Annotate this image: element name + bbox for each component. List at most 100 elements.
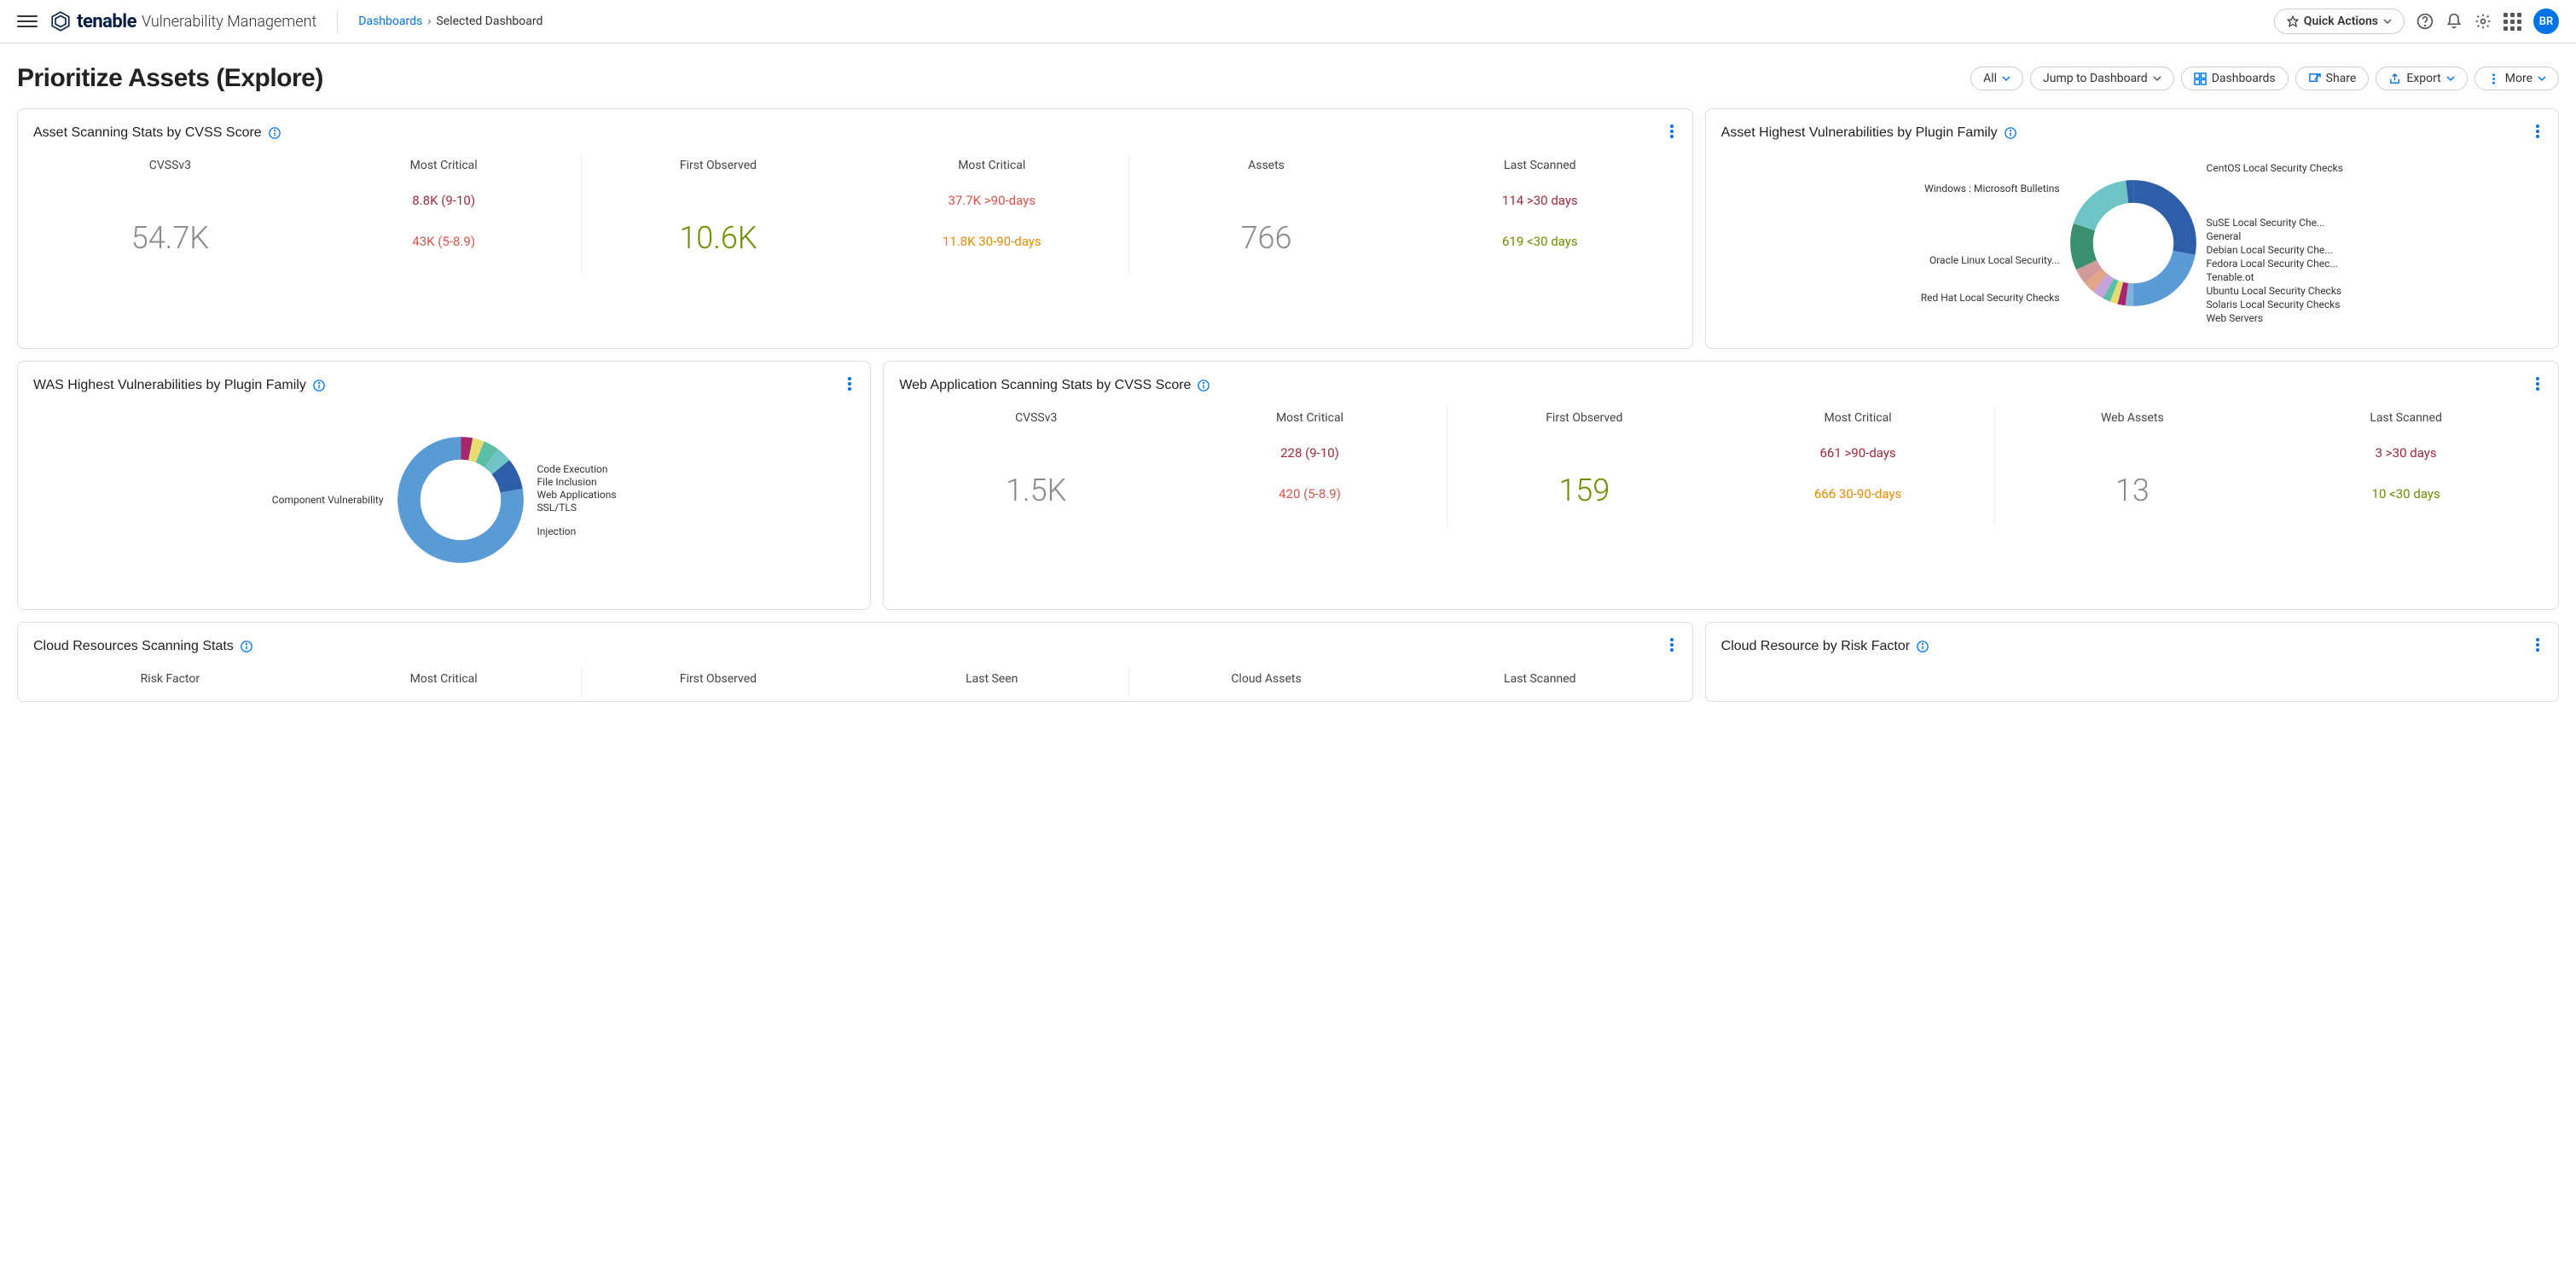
ls-over-30: 114 >30 days [1403, 193, 1677, 208]
card-menu-button[interactable] [844, 374, 855, 397]
menu-toggle[interactable] [17, 11, 38, 32]
cvss-med: 43K (5-8.9) [307, 234, 581, 249]
col-head-web-assets: Web Assets [1995, 406, 2269, 438]
col-head-first-observed: First Observed [582, 154, 856, 186]
export-button[interactable]: Export [2376, 67, 2467, 90]
col-head-most-critical: Most Critical [307, 667, 581, 699]
kebab-icon [2487, 73, 2500, 85]
product-name: Vulnerability Management [142, 13, 316, 31]
bell-icon[interactable] [2445, 13, 2463, 30]
card-was-highest-vuln: WAS Highest Vulnerabilities by Plugin Fa… [17, 361, 871, 610]
card-menu-button[interactable] [2532, 121, 2543, 145]
help-icon[interactable] [2416, 13, 2434, 30]
web-fo-over-90: 661 >90-days [1721, 445, 1995, 461]
export-icon [2388, 73, 2401, 85]
card-title: WAS Highest Vulnerabilities by Plugin Fa… [33, 378, 306, 393]
web-cvss-high: 228 (9-10) [1173, 445, 1447, 461]
breadcrumb-root[interactable]: Dashboards [358, 15, 422, 28]
share-icon [2308, 73, 2321, 85]
card-menu-button[interactable] [2532, 374, 2543, 397]
brand-name: tenable [77, 11, 136, 32]
col-head-last-scanned: Last Scanned [1403, 667, 1677, 699]
grid-icon [2194, 73, 2207, 85]
col-head-first-observed: First Observed [1448, 406, 1721, 438]
cvss-total: 54.7K [33, 220, 307, 256]
web-assets-total: 13 [1995, 473, 2269, 508]
share-button[interactable]: Share [2295, 67, 2370, 90]
chevron-down-icon [2446, 74, 2455, 83]
web-fo-30-90: 666 30-90-days [1721, 486, 1995, 502]
chevron-down-icon [2383, 17, 2392, 26]
chevron-right-icon: › [427, 15, 431, 28]
filter-all-label: All [1983, 72, 1997, 85]
divider [337, 10, 338, 32]
avatar[interactable]: BR [2533, 9, 2559, 34]
dashboards-label: Dashboards [2212, 72, 2276, 85]
web-cvss-total: 1.5K [899, 473, 1173, 508]
apps-icon[interactable] [2503, 13, 2521, 31]
donut-labels-right: CentOS Local Security Checks SuSE Local … [2207, 160, 2343, 326]
card-title: Asset Scanning Stats by CVSS Score [33, 125, 262, 141]
col-head-cvss: CVSSv3 [899, 406, 1173, 438]
card-menu-button[interactable] [1667, 635, 1677, 659]
info-icon[interactable] [313, 380, 325, 392]
jump-to-dashboard[interactable]: Jump to Dashboard [2030, 67, 2174, 90]
donut-chart [392, 432, 529, 568]
card-title: Cloud Resources Scanning Stats [33, 639, 234, 654]
more-label: More [2505, 72, 2532, 85]
card-web-app-scanning-stats: Web Application Scanning Stats by CVSS S… [883, 361, 2559, 610]
share-label: Share [2326, 72, 2357, 85]
fo-30-90: 11.8K 30-90-days [855, 234, 1128, 249]
card-asset-scanning-stats: Asset Scanning Stats by CVSS Score CVSSv… [17, 108, 1693, 349]
chevron-down-icon [2153, 74, 2161, 83]
col-head-last-scanned: Last Scanned [1403, 154, 1677, 186]
quick-actions-label: Quick Actions [2304, 15, 2378, 28]
info-icon[interactable] [1917, 641, 1929, 653]
col-head-assets: Assets [1129, 154, 1403, 186]
web-cvss-med: 420 (5-8.9) [1173, 486, 1447, 502]
dashboard-body: Asset Scanning Stats by CVSS Score CVSSv… [0, 108, 2576, 731]
filter-all[interactable]: All [1970, 67, 2023, 90]
card-title: Web Application Scanning Stats by CVSS S… [899, 378, 1191, 393]
jump-label: Jump to Dashboard [2043, 72, 2148, 85]
col-head-most-critical-2: Most Critical [855, 154, 1128, 186]
brand-logo[interactable]: tenable Vulnerability Management [49, 10, 316, 32]
info-icon[interactable] [269, 127, 281, 139]
export-label: Export [2406, 72, 2440, 85]
page-title: Prioritize Assets (Explore) [17, 64, 323, 93]
col-head-cvss: CVSSv3 [33, 154, 307, 186]
cvss-high: 8.8K (9-10) [307, 193, 581, 208]
chevron-down-icon [2538, 74, 2546, 83]
ls-under-30: 619 <30 days [1403, 234, 1677, 249]
was-donut-left-label: Component Vulnerability [272, 494, 384, 506]
info-icon[interactable] [1198, 380, 1210, 392]
card-cloud-scanning-stats: Cloud Resources Scanning Stats Risk Fact… [17, 622, 1693, 702]
web-ls-under-30: 10 <30 days [2269, 486, 2543, 502]
fo-over-90: 37.7K >90-days [855, 193, 1128, 208]
topbar: tenable Vulnerability Management Dashboa… [0, 0, 2576, 44]
tenable-logo-icon [49, 10, 72, 32]
was-donut-right-labels: Code Execution File Inclusion Web Applic… [537, 462, 617, 538]
card-title: Cloud Resource by Risk Factor [1721, 639, 1910, 654]
info-icon[interactable] [2005, 127, 2016, 139]
col-head-cloud-assets: Cloud Assets [1129, 667, 1403, 699]
card-asset-highest-vuln: Asset Highest Vulnerabilities by Plugin … [1705, 108, 2559, 349]
assets-total: 766 [1129, 220, 1403, 256]
col-head-last-seen: Last Seen [855, 667, 1128, 699]
card-menu-button[interactable] [1667, 121, 1677, 145]
col-head-first-observed: First Observed [582, 667, 856, 699]
quick-actions-button[interactable]: Quick Actions [2274, 9, 2405, 34]
col-head-most-critical: Most Critical [1173, 406, 1447, 438]
gear-icon[interactable] [2474, 13, 2492, 30]
col-head-most-critical-2: Most Critical [1721, 406, 1995, 438]
breadcrumb-current: Selected Dashboard [436, 15, 542, 28]
dashboards-button[interactable]: Dashboards [2181, 67, 2289, 90]
col-head-last-scanned: Last Scanned [2269, 406, 2543, 438]
info-icon[interactable] [241, 641, 252, 653]
more-button[interactable]: More [2474, 67, 2559, 90]
donut-chart [2065, 175, 2202, 311]
card-menu-button[interactable] [2532, 635, 2543, 659]
col-head-risk: Risk Factor [33, 667, 307, 699]
web-ls-over-30: 3 >30 days [2269, 445, 2543, 461]
web-fo-total: 159 [1448, 473, 1721, 508]
